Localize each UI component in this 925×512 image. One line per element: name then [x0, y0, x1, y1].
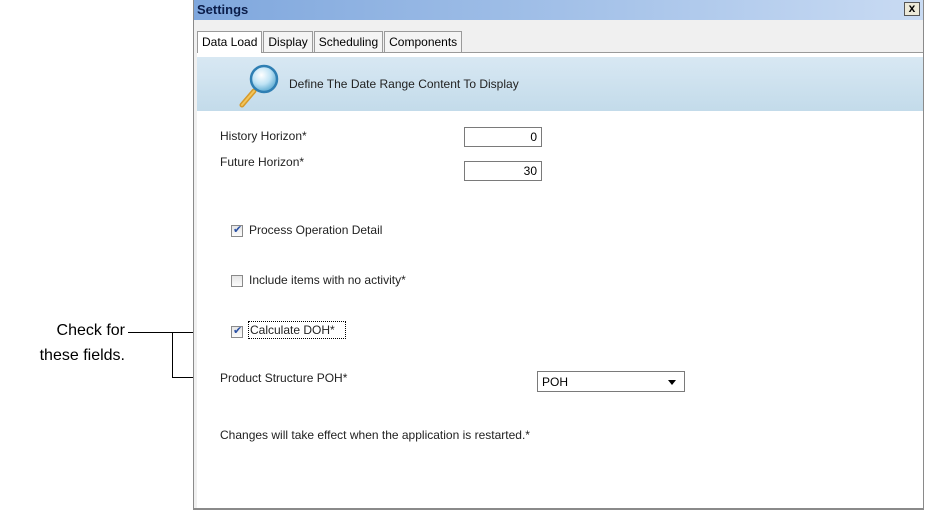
callout-connector-vertical: [172, 332, 173, 378]
process-operation-checkbox[interactable]: ✔: [231, 224, 243, 237]
calculate-doh-checkbox[interactable]: ✔: [231, 325, 243, 338]
tab-strip: Data Load Display Scheduling Components: [197, 31, 463, 53]
tab-components[interactable]: Components: [384, 31, 463, 52]
no-activity-checkbox[interactable]: [231, 275, 243, 287]
calculate-doh-label[interactable]: Calculate DOH*: [250, 323, 335, 337]
restart-note: Changes will take effect when the applic…: [220, 428, 530, 442]
history-horizon-label: History Horizon*: [220, 129, 307, 143]
chevron-down-icon[interactable]: [668, 380, 676, 385]
product-structure-value: POH: [542, 375, 569, 389]
product-structure-select[interactable]: POH: [537, 371, 685, 392]
data-load-panel: Define The Date Range Content To Display…: [197, 52, 923, 508]
tab-scheduling[interactable]: Scheduling: [313, 31, 384, 52]
callout-line2: these fields.: [39, 347, 125, 364]
process-operation-label[interactable]: Process Operation Detail: [249, 223, 382, 237]
close-icon: x: [908, 1, 916, 15]
future-horizon-label: Future Horizon*: [220, 155, 305, 169]
title-bar[interactable]: Settings x: [194, 0, 923, 20]
future-horizon-input[interactable]: 30: [464, 161, 542, 181]
window-title: Settings: [197, 2, 249, 17]
product-structure-label: Product Structure POH*: [220, 371, 348, 385]
checkmark-icon: ✔: [233, 325, 243, 337]
header-banner: Define The Date Range Content To Display: [197, 57, 923, 111]
close-button[interactable]: x: [904, 2, 920, 16]
history-horizon-input[interactable]: 0: [464, 127, 542, 147]
settings-dialog: Settings x Data Load Display Scheduling …: [193, 0, 924, 510]
checkmark-icon: ✔: [233, 224, 243, 236]
no-activity-label[interactable]: Include items with no activity*: [249, 273, 406, 287]
tab-display[interactable]: Display: [263, 31, 313, 52]
tab-data-load[interactable]: Data Load: [197, 31, 263, 53]
banner-title: Define The Date Range Content To Display: [289, 77, 519, 91]
magnifier-icon: [239, 64, 279, 108]
callout-line1: Check for: [56, 322, 125, 339]
